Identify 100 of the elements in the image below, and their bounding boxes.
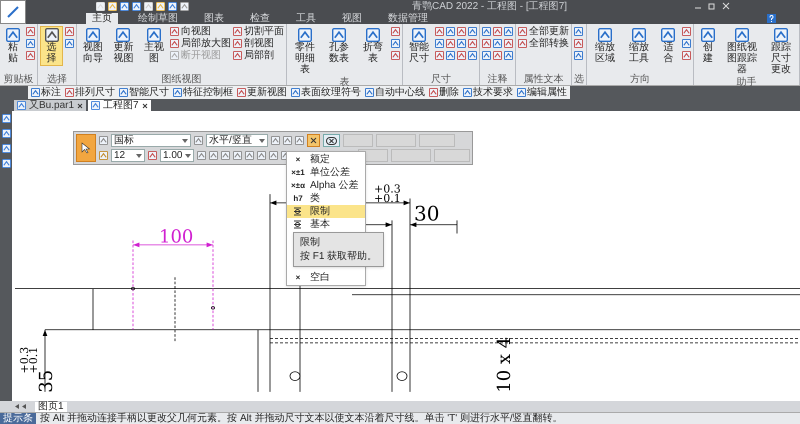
ribbon-button[interactable]: 选择 — [40, 26, 63, 66]
tool-icon[interactable] — [295, 136, 304, 145]
select-tool-button[interactable] — [76, 134, 96, 162]
command-button[interactable]: 表面纹理符号 — [291, 87, 361, 98]
ribbon-button[interactable]: 适合 — [656, 26, 680, 66]
tool-icon[interactable] — [682, 39, 692, 48]
command-button[interactable]: 智能尺寸 — [119, 87, 169, 98]
tool-icon[interactable] — [209, 151, 218, 160]
tool-icon[interactable] — [435, 39, 444, 48]
tool-icon[interactable] — [26, 27, 36, 36]
command-button[interactable]: 编辑属性 — [517, 87, 567, 98]
menu-item[interactable]: h7 类 — [287, 192, 365, 205]
menu-item[interactable]: × 额定 — [287, 153, 365, 166]
ribbon-tab[interactable]: 绘制草图 — [132, 13, 184, 24]
ribbon-tab[interactable]: 图表 — [198, 13, 230, 24]
ribbon-button[interactable]: 剖视图 — [233, 38, 284, 49]
menu-item[interactable]: 基本 — [287, 218, 365, 231]
document-tab[interactable]: 工程图7 — [88, 100, 151, 111]
font-size-dropdown[interactable]: 12 — [111, 149, 145, 162]
ribbon-button[interactable]: 粘贴 — [2, 26, 24, 66]
ribbon-tab[interactable]: 主页 — [86, 13, 118, 24]
tool-icon[interactable] — [493, 27, 502, 36]
tool-icon[interactable] — [468, 51, 478, 60]
ribbon-button[interactable]: 全部更新 — [518, 26, 570, 37]
standard-dropdown[interactable]: 国标 — [111, 134, 191, 147]
tool-icon[interactable] — [446, 51, 456, 60]
side-tool-icon[interactable] — [2, 144, 10, 153]
tool-icon[interactable] — [26, 51, 36, 60]
dimension-text[interactable]: +0.1 — [374, 192, 401, 205]
tool-icon[interactable] — [682, 27, 692, 36]
dimension-text[interactable]: 100 — [159, 226, 194, 248]
tool-icon[interactable] — [574, 39, 584, 48]
tool-icon[interactable] — [468, 27, 478, 36]
tool-icon[interactable] — [435, 27, 444, 36]
dimension-text[interactable]: 30 — [414, 201, 440, 226]
command-button[interactable]: 技术要求 — [463, 87, 513, 98]
scale-dropdown[interactable]: 1.00 — [160, 149, 194, 162]
ribbon-button[interactable]: 智能尺寸 — [405, 26, 434, 66]
tool-icon[interactable] — [482, 39, 492, 48]
ribbon-button[interactable]: 视图向导 — [78, 26, 108, 66]
tool-icon[interactable] — [482, 27, 492, 36]
close-icon[interactable] — [142, 102, 148, 108]
tool-icon[interactable] — [197, 151, 206, 160]
ribbon-tab[interactable]: 检查 — [244, 13, 276, 24]
ribbon-button[interactable]: 全部转换 — [518, 38, 570, 49]
style-icon[interactable] — [99, 136, 108, 145]
ribbon-button[interactable]: 孔参数表 — [323, 26, 356, 66]
ribbon-button[interactable]: 零件明细表 — [289, 26, 322, 77]
close-icon[interactable] — [77, 102, 84, 108]
menu-item[interactable]: × 空白 — [287, 271, 365, 284]
lock-icon[interactable] — [99, 151, 108, 160]
tool-icon[interactable] — [682, 51, 692, 60]
command-button[interactable]: 特征控制框 — [173, 87, 233, 98]
tool-icon[interactable] — [64, 27, 74, 36]
tool-icon[interactable] — [574, 51, 584, 60]
tolerance-style-button[interactable] — [323, 134, 340, 147]
ribbon-tab[interactable]: 数据管理 — [382, 13, 434, 24]
ribbon-button[interactable]: 向视图 — [170, 26, 232, 37]
tool-icon[interactable] — [64, 39, 74, 48]
ribbon-button[interactable]: 主视图 — [140, 26, 168, 66]
ribbon-button[interactable]: 跟踪尺寸更改 — [764, 26, 797, 77]
menu-item[interactable]: ×±α Alpha 公差 — [287, 179, 365, 192]
tolerance-type-button[interactable] — [307, 134, 320, 147]
tool-icon[interactable] — [446, 27, 456, 36]
tool-icon[interactable] — [493, 51, 502, 60]
tool-icon[interactable] — [457, 51, 466, 60]
tool-icon[interactable] — [271, 136, 280, 145]
tool-icon[interactable] — [391, 27, 400, 36]
tool-icon[interactable] — [257, 151, 266, 160]
side-tool-icon[interactable] — [2, 129, 10, 138]
tool-icon[interactable] — [435, 51, 444, 60]
restore-icon[interactable] — [708, 2, 716, 10]
ribbon-button[interactable]: 缩放区域 — [589, 26, 622, 66]
tool-icon[interactable] — [504, 39, 514, 48]
command-button[interactable]: 自动中心线 — [365, 87, 425, 98]
quick-access-icon[interactable] — [132, 2, 141, 10]
orientation-dropdown[interactable]: 水平/竖直 — [206, 134, 268, 147]
tool-icon[interactable] — [482, 51, 492, 60]
tool-icon[interactable] — [221, 151, 230, 160]
tool-icon[interactable] — [26, 39, 36, 48]
ribbon-button[interactable]: 折弯表 — [357, 26, 390, 66]
ribbon-button[interactable]: 局部剖 — [233, 50, 284, 61]
tool-icon[interactable] — [504, 51, 514, 60]
app-logo-icon[interactable] — [6, 5, 20, 19]
tool-icon[interactable] — [245, 151, 254, 160]
quick-access-icon[interactable] — [168, 2, 177, 10]
menu-item[interactable]: ×±1 单位公差 — [287, 166, 365, 179]
tool-icon[interactable] — [504, 27, 514, 36]
tool-icon[interactable] — [457, 39, 466, 48]
tool-icon[interactable] — [269, 151, 278, 160]
ribbon-button[interactable]: 创建 — [696, 26, 720, 66]
tool-icon[interactable] — [446, 39, 456, 48]
tool-icon[interactable] — [391, 51, 400, 60]
ribbon-button[interactable]: 缩放工具 — [623, 26, 655, 66]
side-tool-icon[interactable] — [2, 114, 10, 123]
tool-icon[interactable] — [391, 39, 400, 48]
tool-icon[interactable] — [457, 27, 466, 36]
quick-access-icon[interactable] — [108, 2, 117, 10]
tool-icon[interactable] — [233, 151, 242, 160]
quick-access-icon[interactable] — [120, 2, 129, 10]
